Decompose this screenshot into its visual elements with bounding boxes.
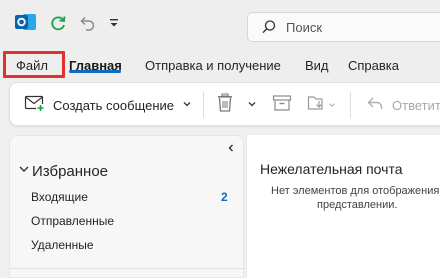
ribbon-toolbar: Создать сообщение Ответит (9, 82, 440, 126)
chevron-down-icon (182, 96, 192, 114)
tab-send-receive[interactable]: Отправка и получение (145, 58, 281, 73)
ribbon-divider (203, 92, 204, 118)
reply-button[interactable]: Ответить (366, 83, 440, 127)
chevron-down-icon (247, 96, 257, 114)
title-bar: Поиск (0, 0, 440, 48)
undo-icon[interactable] (76, 12, 98, 34)
archive-button[interactable] (272, 83, 292, 127)
delete-icon (216, 93, 234, 118)
search-placeholder: Поиск (286, 20, 323, 35)
collapse-pane-button[interactable] (226, 142, 236, 156)
favorites-header[interactable]: Избранное (18, 162, 108, 180)
file-tab-highlight (3, 51, 65, 78)
outlook-icon[interactable] (15, 12, 37, 32)
chevron-left-icon (226, 142, 236, 156)
active-tab-indicator (69, 70, 121, 73)
tab-help[interactable]: Справка (348, 58, 399, 73)
search-input[interactable]: Поиск (247, 12, 440, 42)
pane-divider (9, 268, 244, 269)
reply-label: Ответить (392, 97, 440, 113)
delete-dropdown[interactable] (247, 83, 257, 127)
ribbon-tabs: Файл Главная Отправка и получение Вид Сп… (0, 48, 440, 82)
delete-button[interactable] (216, 83, 234, 127)
new-message-label: Создать сообщение (53, 97, 175, 113)
unread-count-badge: 2 (221, 190, 228, 204)
reply-icon (366, 94, 384, 117)
tab-view[interactable]: Вид (305, 58, 329, 73)
folder-pane (9, 135, 244, 278)
new-message-button[interactable]: Создать сообщение (24, 83, 174, 127)
customize-qat-icon[interactable] (103, 12, 125, 34)
refresh-icon[interactable] (47, 12, 69, 34)
move-icon (307, 93, 327, 118)
folder-deleted[interactable]: Удаленные (31, 238, 94, 252)
ribbon-divider (350, 92, 351, 118)
folder-inbox[interactable]: Входящие (31, 190, 88, 204)
search-icon (261, 19, 277, 40)
empty-state-line1: Нет элементов для отображения (271, 185, 440, 197)
chevron-down-icon (328, 96, 336, 114)
favorites-label: Избранное (32, 162, 109, 180)
chevron-down-icon (18, 162, 30, 180)
new-message-dropdown[interactable] (182, 83, 192, 127)
empty-state-line2: представлении. (317, 199, 398, 211)
new-mail-icon (24, 94, 46, 117)
folder-title: Нежелательная почта (260, 161, 403, 177)
move-button[interactable] (307, 83, 336, 127)
archive-icon (272, 94, 292, 117)
folder-sent[interactable]: Отправленные (31, 214, 114, 228)
